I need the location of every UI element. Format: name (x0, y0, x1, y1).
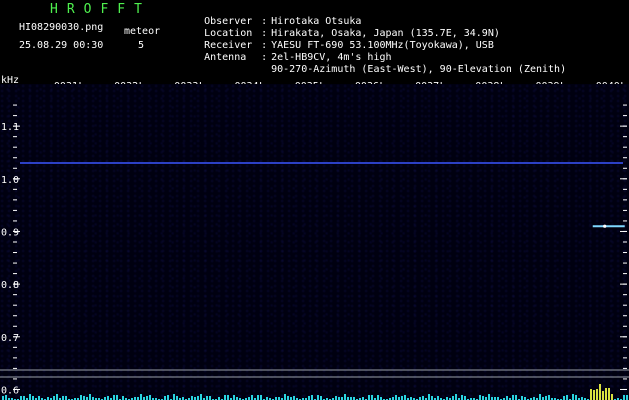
meter-bar (479, 395, 481, 400)
meter-bar (140, 394, 142, 400)
meter-bar (260, 395, 262, 400)
meter-bar (20, 396, 22, 400)
meter-bar (146, 396, 148, 400)
meter-bar (2, 396, 4, 400)
meteor-echo-core (603, 224, 607, 228)
meter-bar (461, 395, 463, 400)
meter-bar (464, 396, 466, 400)
meter-bar (284, 394, 286, 400)
meter-bar (167, 395, 169, 400)
meter-bar (197, 396, 199, 400)
meter-bar (32, 396, 34, 400)
meter-bar (623, 395, 625, 400)
meter-bar (89, 394, 91, 400)
meter-bar (566, 395, 568, 400)
meter-bar (593, 390, 595, 400)
meter-bar (56, 394, 58, 400)
meter-bar (608, 388, 610, 400)
spectrogram-canvas: 1.1 1.0 0.9 0.8 0.7 0.6 (0, 104, 629, 400)
meter-bar (308, 396, 310, 400)
meter-bar (602, 391, 604, 400)
meter-bar (605, 388, 607, 400)
freq-tick-label: 0.8 (1, 280, 19, 291)
meter-bar (590, 389, 592, 400)
meter-bar (368, 395, 370, 400)
meter-bar (371, 395, 373, 400)
meter-bar (83, 396, 85, 400)
meter-bar (224, 395, 226, 400)
meter-bar (23, 396, 25, 400)
meter-bar (164, 396, 166, 400)
meter-bar (455, 394, 457, 400)
spectrogram-plot: 1.1 1.0 0.9 0.8 0.7 0.6 (0, 84, 629, 400)
meter-bar (80, 395, 82, 400)
meter-bar (122, 396, 124, 400)
freq-tick-label: 1.0 (1, 175, 19, 186)
meter-bar (317, 395, 319, 400)
meter-bar (149, 395, 151, 400)
meter-bar (173, 394, 175, 400)
freq-tick-label: 0.7 (1, 333, 19, 344)
meter-bar (515, 395, 517, 400)
meter-bar (512, 395, 514, 400)
meter-bar (452, 396, 454, 400)
meter-bar (251, 395, 253, 400)
meter-bar (401, 396, 403, 400)
meter-bar (521, 396, 523, 400)
meter-bar (38, 396, 40, 400)
meter-bar (344, 394, 346, 400)
meter-bar (311, 395, 313, 400)
meter-bar (206, 396, 208, 400)
meter-bar (233, 395, 235, 400)
frequency-axis: 1.1 1.0 0.9 0.8 0.7 0.6 (1, 104, 627, 396)
signal-layer (20, 162, 625, 228)
meter-bar (506, 396, 508, 400)
meter-bar (431, 396, 433, 400)
freq-tick-label: 0.6 (1, 385, 19, 396)
meter-bar (257, 395, 259, 400)
hrofft-window: HROFFT HI08290030.png 25.08.29 00:30 met… (0, 0, 629, 400)
meter-bar (287, 396, 289, 400)
meter-bar (116, 395, 118, 400)
meter-bar (176, 396, 178, 400)
meter-bar (572, 394, 574, 400)
meter-bar (428, 394, 430, 400)
meter-bar (488, 394, 490, 400)
meter-bar (5, 395, 7, 400)
level-meter (0, 369, 629, 400)
freq-tick-label: 0.9 (1, 227, 19, 238)
meter-bar (113, 395, 115, 400)
meter-bar (107, 396, 109, 400)
meter-bar (548, 395, 550, 400)
meter-bar (422, 396, 424, 400)
meter-bar (227, 395, 229, 400)
meter-bar (200, 394, 202, 400)
meter-bar (596, 389, 598, 400)
meter-bar (53, 396, 55, 400)
meter-bar (611, 394, 613, 400)
meter-bar (335, 396, 337, 400)
meter-bar (293, 396, 295, 400)
meter-bar (575, 395, 577, 400)
meter-bar (62, 396, 64, 400)
freq-tick-label: 1.1 (1, 122, 19, 133)
meter-bar (599, 384, 601, 400)
meter-bar (563, 396, 565, 400)
meter-bar (404, 395, 406, 400)
meter-bar (395, 395, 397, 400)
meter-bar (482, 396, 484, 400)
meter-bar (377, 395, 379, 400)
meter-bar (65, 396, 67, 400)
meter-bar (545, 396, 547, 400)
meter-bar (626, 395, 628, 400)
meter-bar (320, 396, 322, 400)
meter-bar (191, 396, 193, 400)
meter-bar (437, 396, 439, 400)
meter-bar (209, 396, 211, 400)
meter-bar (539, 394, 541, 400)
meter-bar (29, 394, 31, 400)
